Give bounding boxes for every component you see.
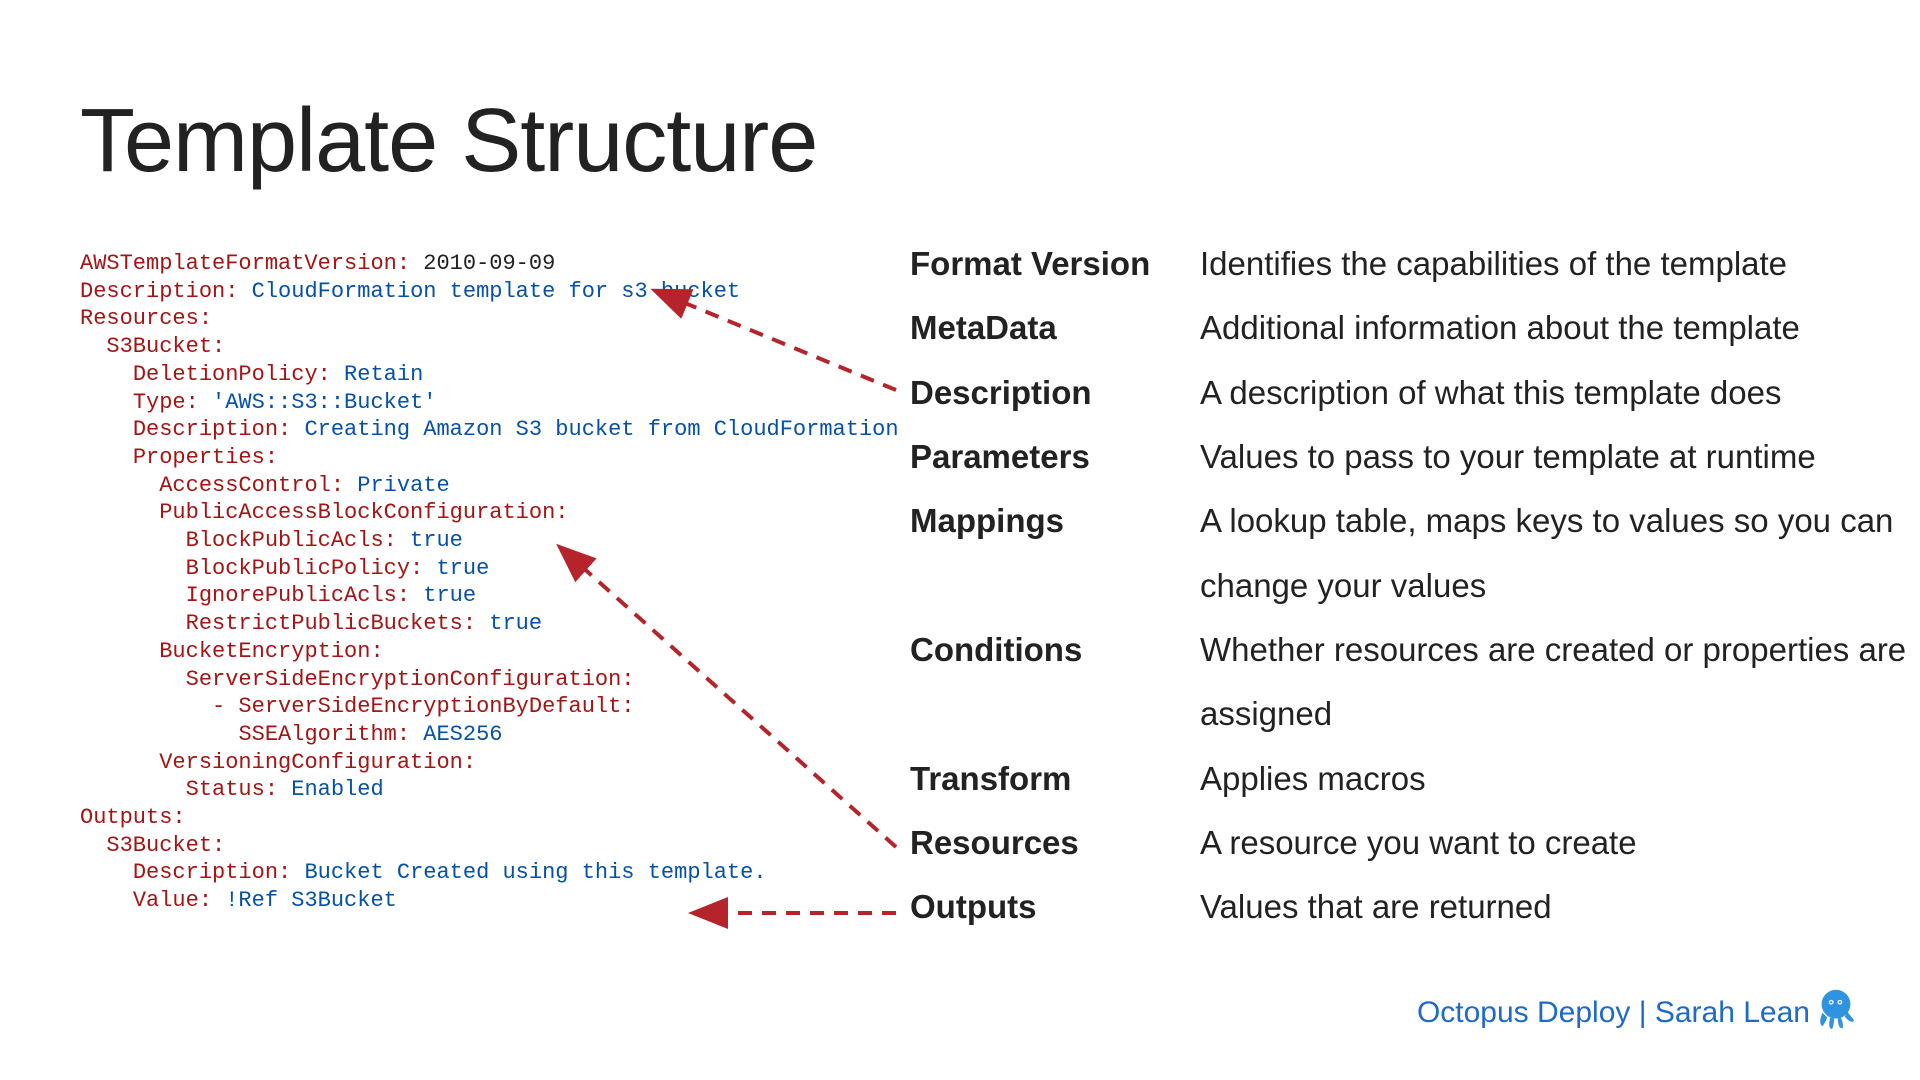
- code-line: AccessControl: Private: [80, 472, 899, 500]
- definition-row: OutputsValues that are returned: [910, 875, 1920, 939]
- definition-term: Resources: [910, 811, 1200, 875]
- code-line: Type: 'AWS::S3::Bucket': [80, 389, 899, 417]
- code-line: S3Bucket:: [80, 832, 899, 860]
- definition-term: Outputs: [910, 875, 1200, 939]
- definition-row: DescriptionA description of what this te…: [910, 361, 1920, 425]
- code-line: Resources:: [80, 305, 899, 333]
- definition-term: Format Version: [910, 232, 1200, 296]
- code-line: BlockPublicPolicy: true: [80, 555, 899, 583]
- code-line: SSEAlgorithm: AES256: [80, 721, 899, 749]
- slide-title: Template Structure: [80, 90, 817, 193]
- definition-term: Transform: [910, 747, 1200, 811]
- definition-term: Mappings: [910, 489, 1200, 553]
- code-line: Value: !Ref S3Bucket: [80, 887, 899, 915]
- footer-text: Octopus Deploy | Sarah Lean: [1417, 996, 1810, 1030]
- code-line: Outputs:: [80, 804, 899, 832]
- definition-description: Whether resources are created or propert…: [1200, 618, 1920, 747]
- definition-term: Conditions: [910, 618, 1200, 682]
- definition-term: Description: [910, 361, 1200, 425]
- definition-row: TransformApplies macros: [910, 747, 1920, 811]
- code-line: BlockPublicAcls: true: [80, 527, 899, 555]
- code-line: Status: Enabled: [80, 776, 899, 804]
- definition-description: A resource you want to create: [1200, 811, 1920, 875]
- definitions-list: Format VersionIdentifies the capabilitie…: [910, 232, 1920, 940]
- code-line: - ServerSideEncryptionByDefault:: [80, 693, 899, 721]
- code-line: PublicAccessBlockConfiguration:: [80, 499, 899, 527]
- definition-description: Additional information about the templat…: [1200, 296, 1920, 360]
- code-line: IgnorePublicAcls: true: [80, 582, 899, 610]
- definition-row: ConditionsWhether resources are created …: [910, 618, 1920, 747]
- definition-description: A lookup table, maps keys to values so y…: [1200, 489, 1920, 618]
- definition-description: A description of what this template does: [1200, 361, 1920, 425]
- definition-row: MetaDataAdditional information about the…: [910, 296, 1920, 360]
- footer-byline: Octopus Deploy | Sarah Lean: [1417, 996, 1810, 1030]
- definition-term: MetaData: [910, 296, 1200, 360]
- definition-description: Values that are returned: [1200, 875, 1920, 939]
- octopus-logo-icon: [1812, 984, 1860, 1032]
- code-line: Description: CloudFormation template for…: [80, 278, 899, 306]
- definition-description: Applies macros: [1200, 747, 1920, 811]
- definition-description: Identifies the capabilities of the templ…: [1200, 232, 1920, 296]
- code-line: Description: Bucket Created using this t…: [80, 859, 899, 887]
- code-line: VersioningConfiguration:: [80, 749, 899, 777]
- definition-term: Parameters: [910, 425, 1200, 489]
- code-example: AWSTemplateFormatVersion: 2010-09-09Desc…: [80, 250, 899, 915]
- code-line: RestrictPublicBuckets: true: [80, 610, 899, 638]
- definition-row: ResourcesA resource you want to create: [910, 811, 1920, 875]
- definition-row: Format VersionIdentifies the capabilitie…: [910, 232, 1920, 296]
- definition-row: MappingsA lookup table, maps keys to val…: [910, 489, 1920, 618]
- definition-description: Values to pass to your template at runti…: [1200, 425, 1920, 489]
- code-line: BucketEncryption:: [80, 638, 899, 666]
- code-line: Description: Creating Amazon S3 bucket f…: [80, 416, 899, 444]
- code-line: DeletionPolicy: Retain: [80, 361, 899, 389]
- code-line: AWSTemplateFormatVersion: 2010-09-09: [80, 250, 899, 278]
- code-line: Properties:: [80, 444, 899, 472]
- definition-row: ParametersValues to pass to your templat…: [910, 425, 1920, 489]
- code-line: ServerSideEncryptionConfiguration:: [80, 666, 899, 694]
- code-line: S3Bucket:: [80, 333, 899, 361]
